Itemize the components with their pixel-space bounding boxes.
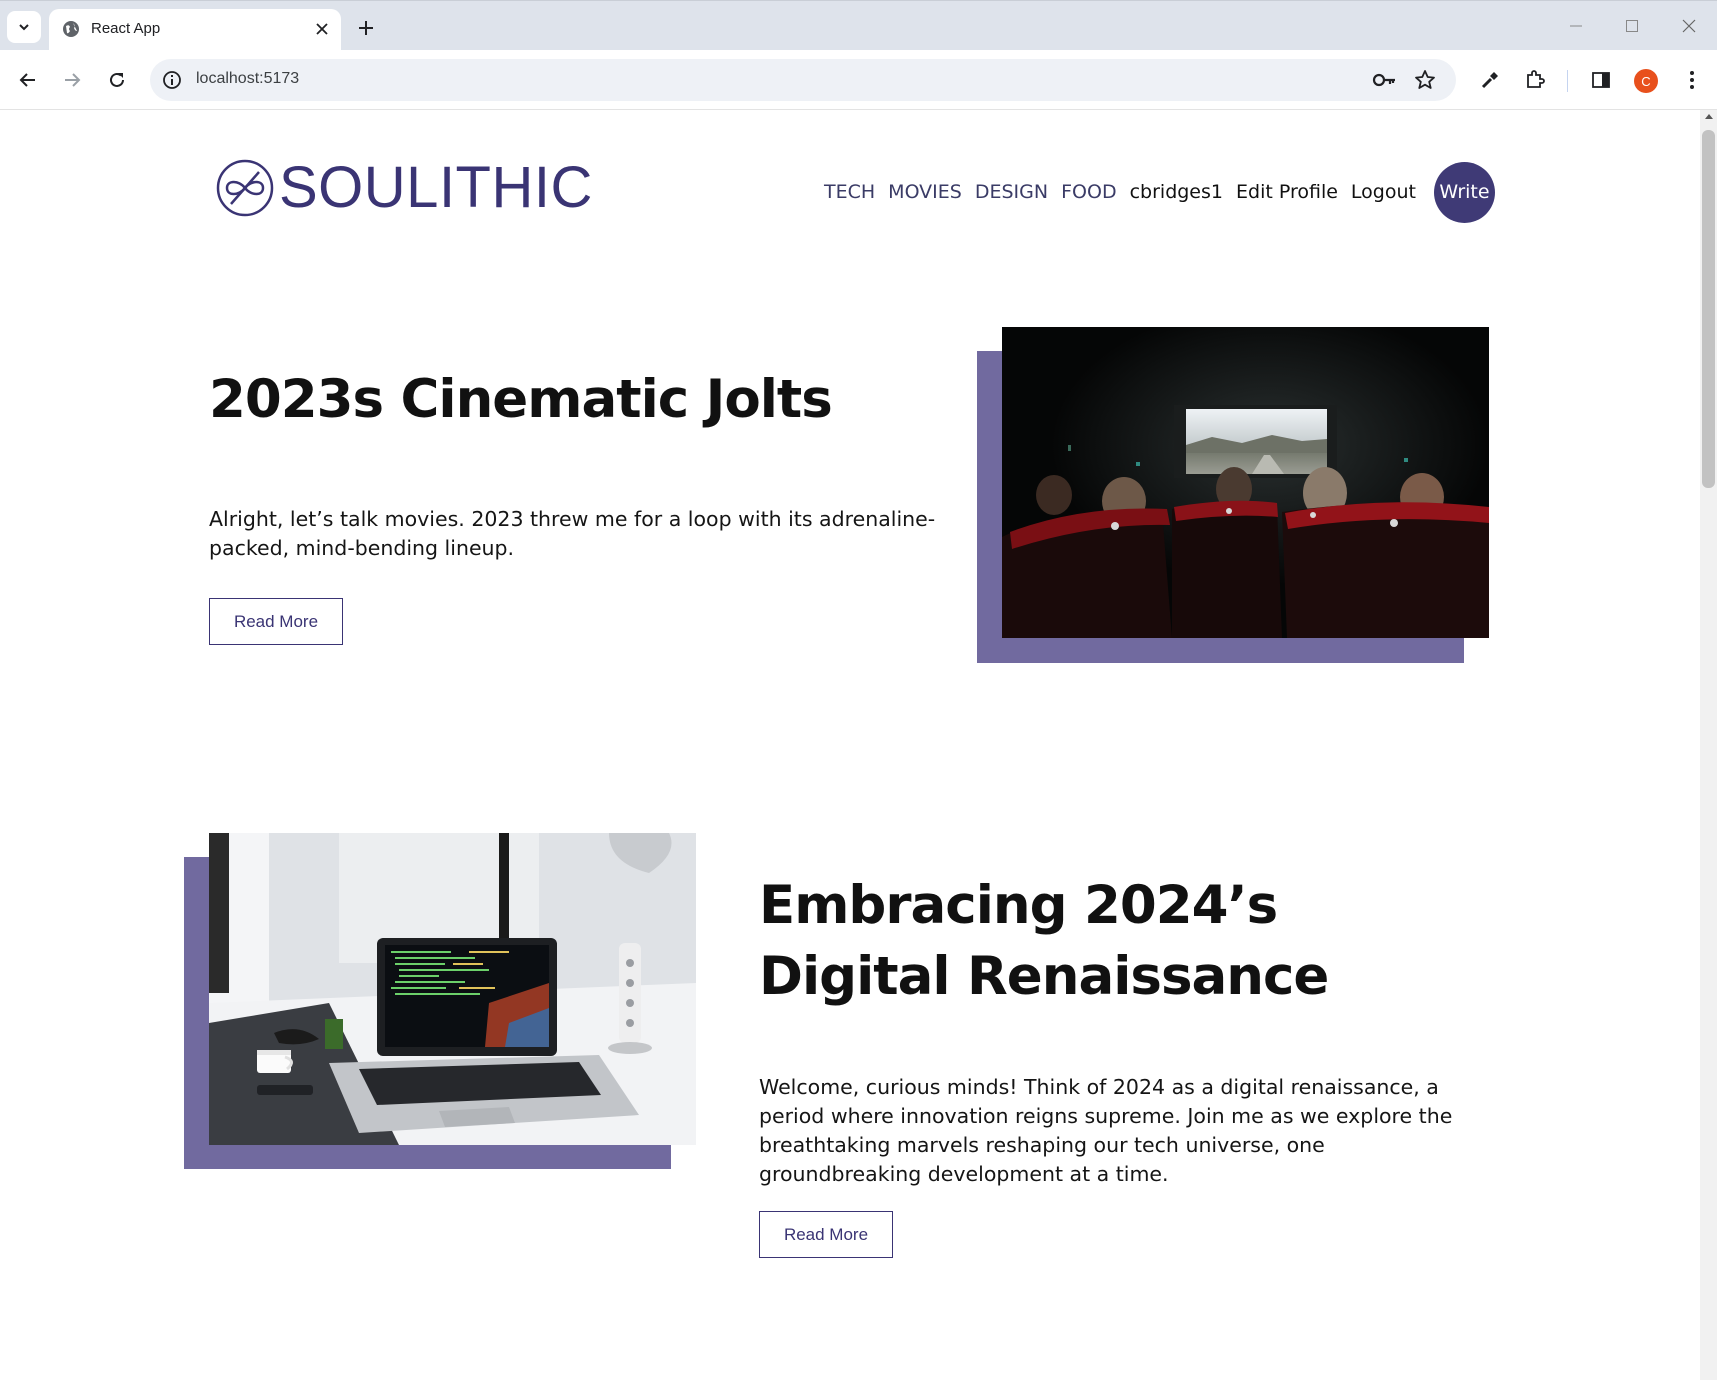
post-title[interactable]: Embracing 2024’s Digital Renaissance [759,870,1479,1012]
movie-theater-image[interactable] [1002,327,1489,638]
read-more-button[interactable]: Read More [209,598,343,645]
post-description: Welcome, curious minds! Think of 2024 as… [759,1075,1453,1186]
nav-link-design[interactable]: DESIGN [975,181,1048,203]
eyedropper-extension-button[interactable] [1475,65,1505,95]
maximize-button[interactable] [1617,13,1647,39]
profile-avatar[interactable]: C [1634,69,1658,93]
minimize-icon [1570,25,1582,27]
logo-text: SOULITHIC [279,155,593,220]
read-more-button[interactable]: Read More [759,1211,893,1258]
side-panel-button[interactable] [1586,65,1616,95]
side-panel-icon [1592,72,1610,88]
tab-search-button[interactable] [7,11,41,43]
arrow-right-icon [65,73,81,87]
close-icon [316,23,328,35]
scroll-up-arrow-icon[interactable] [1705,114,1713,119]
nav-username[interactable]: cbridges1 [1130,181,1223,203]
arrow-left-icon [19,73,35,87]
nav-link-tech[interactable]: TECH [824,181,875,203]
more-vertical-icon [1690,71,1694,89]
laptop-desk-photo [209,833,696,1145]
tab-title: React App [91,20,161,37]
reload-icon [110,72,124,87]
info-icon[interactable] [162,70,182,90]
laptop-desk-image[interactable] [209,833,696,1145]
window-close-button[interactable] [1674,13,1704,39]
back-button[interactable] [13,65,43,95]
url-text[interactable]: localhost:5173 [196,70,299,88]
close-icon [1682,19,1696,33]
post-description: Alright, let’s talk movies. 2023 threw m… [209,507,936,560]
browser-tab-strip: React App [0,0,1717,53]
address-bar[interactable]: localhost:5173 [150,59,1456,101]
main-nav: TECH MOVIES DESIGN FOOD cbridges1 Edit P… [824,161,1495,223]
toolbar-separator [1567,70,1568,92]
nav-link-movies[interactable]: MOVIES [888,181,962,203]
plus-icon [359,21,373,35]
forward-button[interactable] [57,65,87,95]
page-scrollbar[interactable] [1700,110,1717,1380]
star-icon[interactable] [1414,69,1436,91]
key-icon[interactable] [1372,69,1396,91]
chevron-down-icon [19,24,29,31]
post-title[interactable]: 2023s Cinematic Jolts [209,364,959,435]
new-tab-button[interactable] [353,15,379,41]
nav-logout[interactable]: Logout [1351,181,1416,203]
reload-button[interactable] [102,65,132,95]
page-viewport: SOULITHIC TECH MOVIES DESIGN FOOD cbridg… [0,110,1700,1380]
eyedropper-icon [1481,72,1498,89]
browser-tab[interactable]: React App [49,9,341,53]
movie-theater-photo [1002,327,1489,638]
browser-toolbar: localhost:5173 C [0,50,1717,110]
browser-menu-button[interactable] [1677,65,1707,95]
minimize-button[interactable] [1561,13,1591,39]
nav-edit-profile[interactable]: Edit Profile [1236,181,1338,203]
site-logo[interactable]: SOULITHIC [215,158,593,218]
tab-close-button[interactable] [311,18,333,40]
write-button[interactable]: Write [1433,161,1495,223]
nav-link-food[interactable]: FOOD [1061,181,1116,203]
extensions-button[interactable] [1520,65,1550,95]
maximize-icon [1626,20,1638,32]
globe-icon [63,21,79,37]
infinity-circle-logo-icon [216,159,274,217]
scrollbar-thumb[interactable] [1702,130,1715,488]
puzzle-icon [1527,70,1545,88]
